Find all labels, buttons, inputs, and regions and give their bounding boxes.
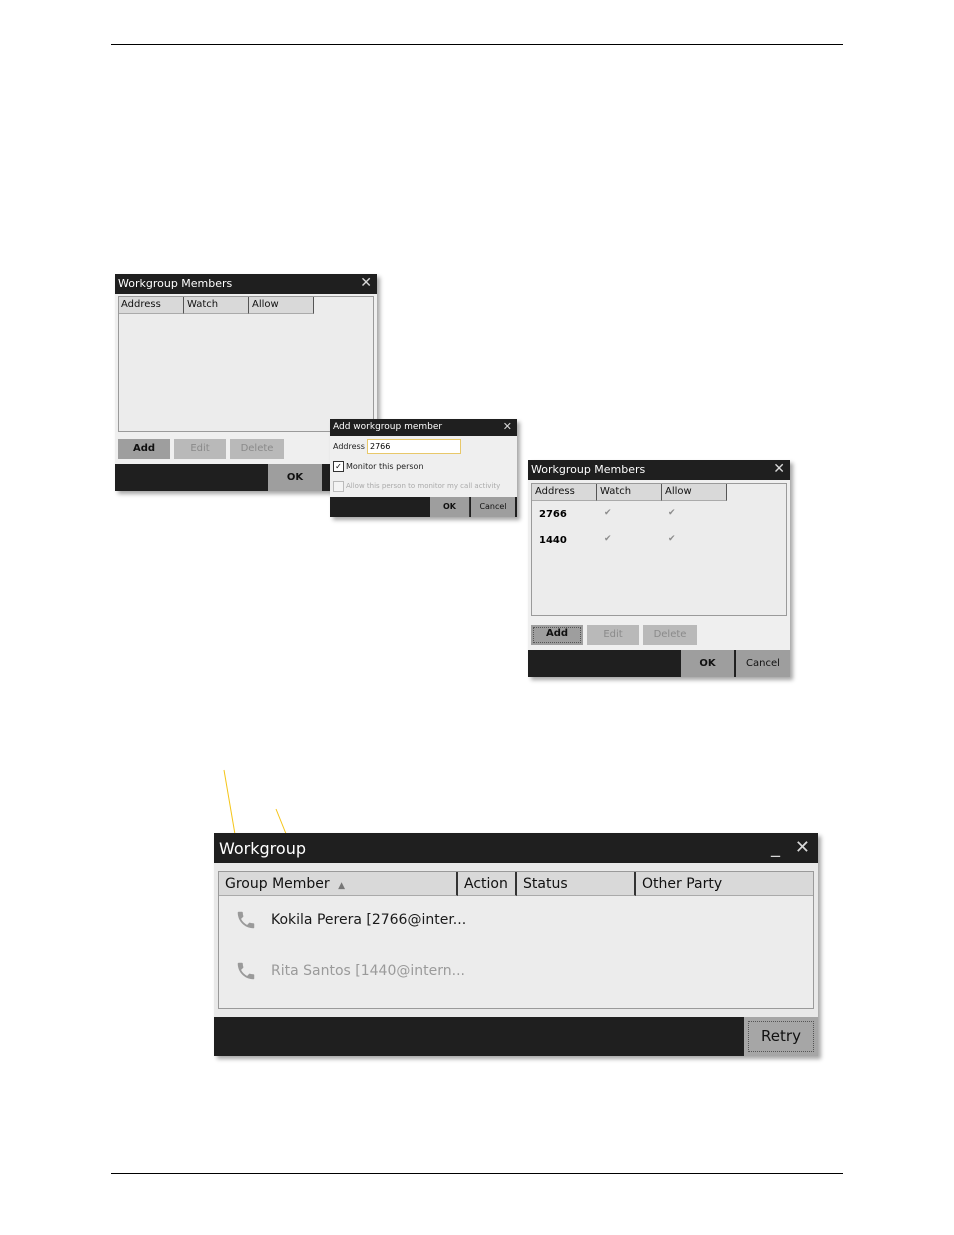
retry-button[interactable]: Retry	[744, 1017, 818, 1056]
dialog-title: Workgroup Members	[118, 277, 233, 290]
panel-title: Workgroup	[219, 839, 306, 858]
add-workgroup-member-dialog: Add workgroup member ✕ Address ✓ Monitor…	[330, 419, 517, 517]
close-icon[interactable]: ✕	[503, 420, 512, 433]
close-icon[interactable]: ✕	[360, 275, 372, 291]
ok-button[interactable]: OK	[268, 464, 322, 491]
dialog-titlebar: Workgroup Members ✕	[115, 274, 377, 294]
table-row[interactable]: 2766 ✔ ✔	[532, 506, 786, 524]
allow-check-icon: ✔	[668, 534, 676, 544]
workgroup-table: Group Member ▲ Action Status Other Party…	[218, 871, 814, 1009]
page-top-rule	[111, 44, 843, 45]
list-item[interactable]: Rita Santos [1440@intern...	[219, 953, 813, 989]
allow-label: Allow this person to monitor my call act…	[346, 482, 501, 490]
delete-button[interactable]: Delete	[643, 625, 697, 645]
panel-footer	[214, 1017, 818, 1056]
row-address: 1440	[539, 535, 567, 546]
members-table: Address Watch Allow 2766 ✔ ✔ 1440 ✔ ✔	[531, 483, 787, 616]
watch-check-icon: ✔	[604, 534, 612, 544]
workgroup-panel: Workgroup _ ✕ Group Member ▲ Action Stat…	[214, 833, 818, 1056]
monitor-label: Monitor this person	[346, 462, 424, 471]
table-row[interactable]: 1440 ✔ ✔	[532, 532, 786, 550]
retry-label: Retry	[761, 1027, 801, 1045]
add-button[interactable]: Add	[118, 439, 170, 459]
member-name: Kokila Perera [2766@inter...	[271, 912, 467, 928]
monitor-checkbox[interactable]: ✓	[333, 461, 344, 472]
dialog-titlebar: Workgroup Members ✕	[528, 460, 790, 480]
ok-button[interactable]: OK	[430, 497, 470, 517]
ok-button[interactable]: OK	[681, 650, 735, 677]
workgroup-members-dialog-filled: Workgroup Members ✕ Address Watch Allow …	[528, 460, 790, 677]
address-input[interactable]	[367, 439, 461, 454]
column-header-address[interactable]: Address	[119, 297, 184, 314]
cancel-button[interactable]: Cancel	[471, 497, 515, 517]
column-header-allow[interactable]: Allow	[662, 484, 727, 501]
watch-check-icon: ✔	[604, 508, 612, 518]
column-header-label: Group Member	[225, 876, 330, 892]
column-header-action[interactable]: Action	[458, 872, 517, 896]
column-header-address[interactable]: Address	[532, 484, 597, 501]
allow-checkbox[interactable]	[333, 481, 344, 492]
phone-icon	[237, 911, 255, 929]
column-header-watch[interactable]: Watch	[184, 297, 249, 314]
page-bottom-rule	[111, 1173, 843, 1174]
sort-ascending-icon: ▲	[338, 881, 346, 891]
row-address: 2766	[539, 509, 567, 520]
close-icon[interactable]: ✕	[773, 461, 785, 477]
column-header-group-member[interactable]: Group Member ▲	[219, 872, 458, 896]
dialog-titlebar: Add workgroup member ✕	[330, 419, 517, 436]
close-icon[interactable]: ✕	[795, 837, 810, 858]
list-item[interactable]: Kokila Perera [2766@inter...	[219, 902, 813, 938]
allow-check-icon: ✔	[668, 508, 676, 518]
dialog-title: Workgroup Members	[531, 463, 646, 476]
panel-titlebar: Workgroup _ ✕	[214, 833, 818, 863]
column-header-watch[interactable]: Watch	[597, 484, 662, 501]
members-table: Address Watch Allow	[118, 296, 374, 432]
address-label: Address	[333, 442, 365, 451]
minimize-icon[interactable]: _	[771, 837, 780, 858]
edit-button[interactable]: Edit	[174, 439, 226, 459]
phone-icon	[237, 962, 255, 980]
delete-button[interactable]: Delete	[230, 439, 284, 459]
member-name: Rita Santos [1440@intern...	[271, 963, 465, 979]
edit-button[interactable]: Edit	[587, 625, 639, 645]
column-header-status[interactable]: Status	[517, 872, 636, 896]
column-header-allow[interactable]: Allow	[249, 297, 314, 314]
add-button[interactable]: Add	[531, 625, 583, 645]
column-header-other-party[interactable]: Other Party	[636, 872, 813, 896]
cancel-button[interactable]: Cancel	[736, 650, 790, 677]
dialog-title: Add workgroup member	[333, 422, 443, 432]
